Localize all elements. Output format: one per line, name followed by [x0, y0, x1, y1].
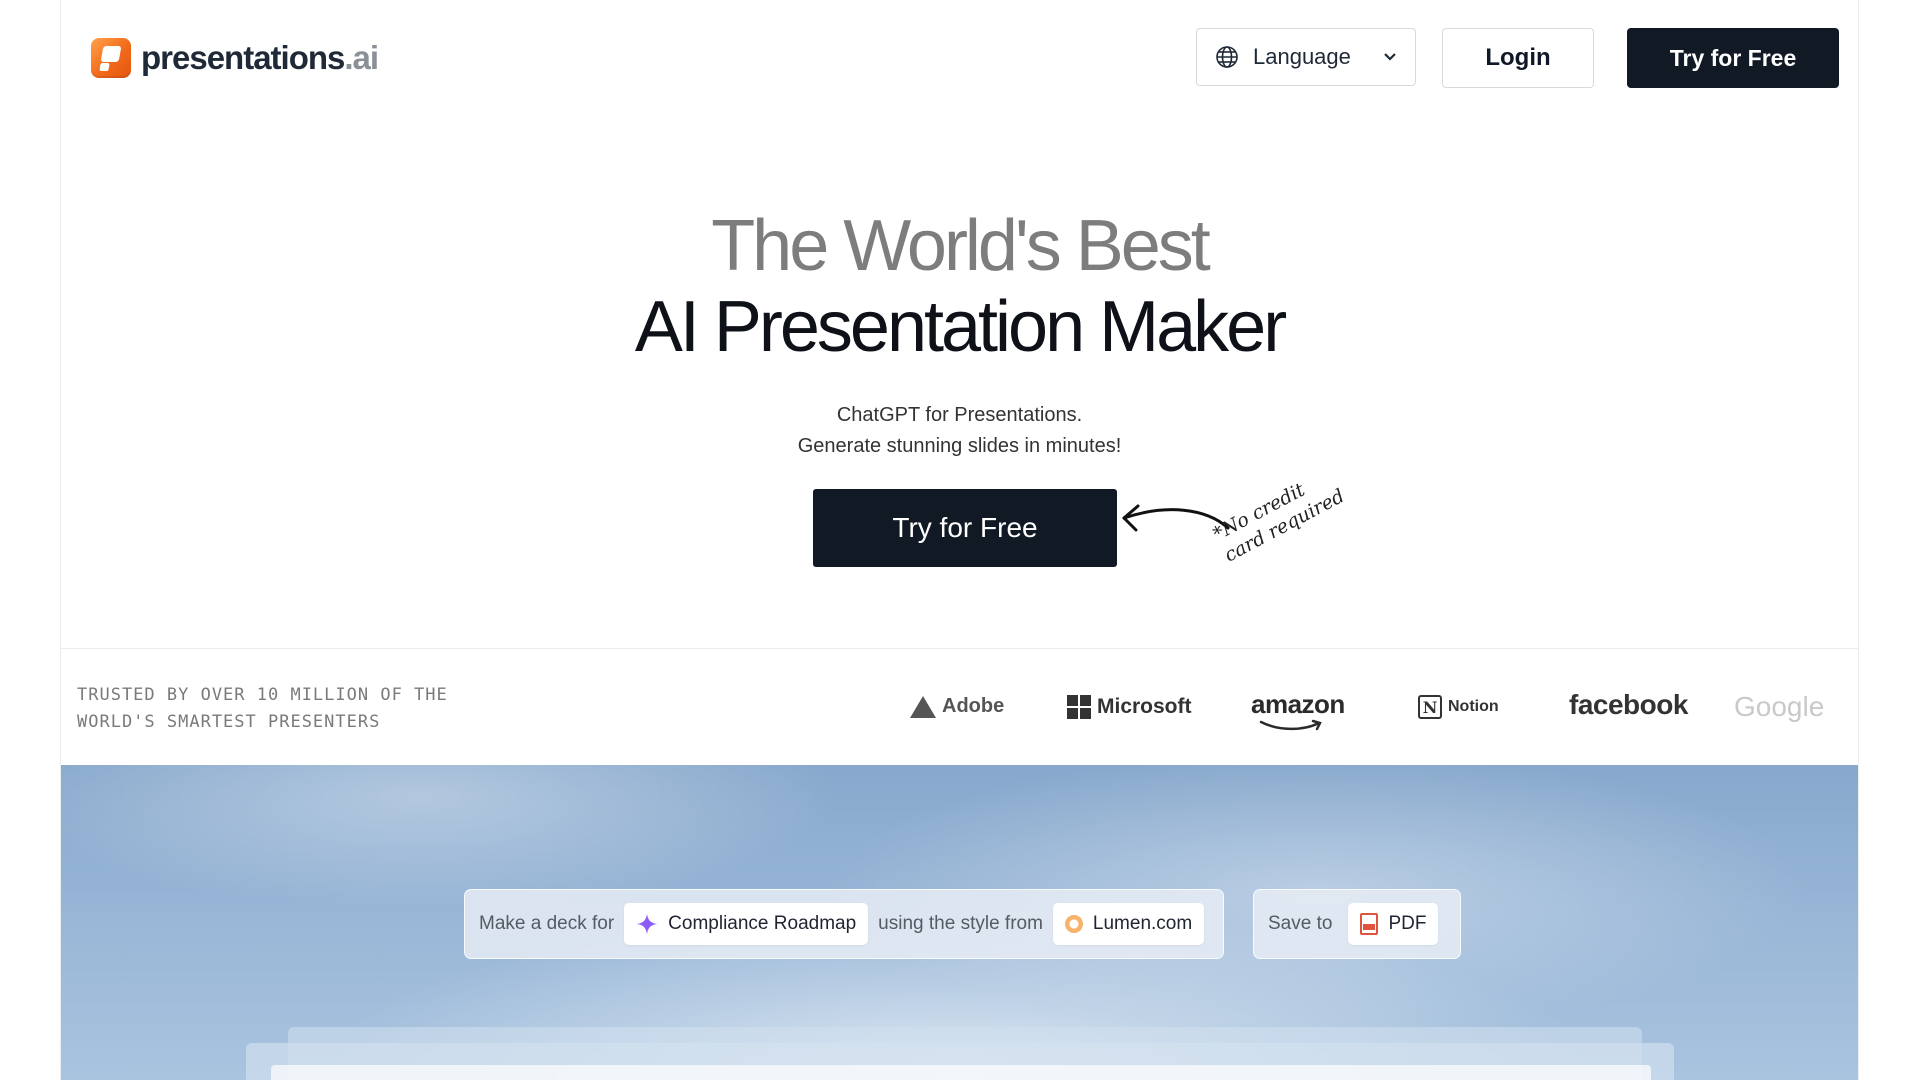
- chevron-down-icon: [1384, 53, 1396, 61]
- lumen-logo-icon: [1064, 915, 1083, 933]
- style-source-label: Lumen.com: [1092, 913, 1193, 934]
- try-for-free-cta-button[interactable]: Try for Free: [813, 489, 1117, 567]
- brand-google: Google: [1734, 691, 1825, 722]
- logo-icon: [91, 38, 131, 78]
- save-prefix: Save to: [1268, 913, 1333, 934]
- trusted-text: TRUSTED BY OVER 10 MILLION OF THE WORLD'…: [77, 685, 448, 732]
- style-source-chip[interactable]: Lumen.com: [1052, 903, 1205, 945]
- hero-title-line1: The World's Best: [711, 206, 1211, 286]
- language-label: Language: [1253, 44, 1351, 69]
- topic-chip[interactable]: Compliance Roadmap: [624, 903, 869, 945]
- hero-subtitle-line2: Generate stunning slides in minutes!: [797, 435, 1122, 457]
- login-button[interactable]: Login: [1442, 28, 1594, 88]
- logo-text: presentations: [141, 39, 345, 76]
- pdf-icon: [1360, 913, 1379, 935]
- hero-subtitle: ChatGPT for Presentations. Generate stun…: [61, 400, 1858, 462]
- hero-title-line2: AI Presentation Maker: [634, 287, 1287, 367]
- brand-facebook: facebook: [1569, 689, 1688, 720]
- hero-subtitle-line1: ChatGPT for Presentations.: [836, 404, 1083, 426]
- logo[interactable]: presentations.ai: [91, 38, 379, 78]
- prompt-bar: Make a deck for Compliance Roadmap using…: [464, 889, 1224, 959]
- brand-adobe: Adobe: [910, 695, 1004, 718]
- save-format-label: PDF: [1388, 913, 1427, 934]
- brand-microsoft: Microsoft: [1067, 695, 1192, 719]
- save-format-chip[interactable]: PDF: [1348, 903, 1439, 945]
- brand-notion: N Notion: [1418, 695, 1499, 719]
- trusted-strip: TRUSTED BY OVER 10 MILLION OF THE WORLD'…: [61, 648, 1858, 766]
- deck-preview-front: [271, 1065, 1651, 1080]
- prompt-prefix: Make a deck for: [479, 913, 615, 934]
- microsoft-logo-icon: [1067, 695, 1091, 719]
- try-for-free-header-button[interactable]: Try for Free: [1627, 28, 1839, 88]
- notion-logo-icon: N: [1418, 695, 1442, 719]
- demo-section: Make a deck for Compliance Roadmap using…: [61, 765, 1858, 1080]
- save-bar: Save to PDF: [1253, 889, 1461, 959]
- language-dropdown[interactable]: Language: [1196, 28, 1416, 86]
- globe-icon: [1216, 46, 1238, 68]
- topic-label: Compliance Roadmap: [668, 913, 857, 934]
- logo-suffix: .ai: [344, 39, 379, 76]
- adobe-logo-icon: [910, 695, 936, 718]
- amazon-smile-icon: [1259, 719, 1322, 731]
- sparkle-icon: [637, 913, 658, 935]
- page-frame: presentations.ai Language Login Try for …: [60, 0, 1859, 1080]
- prompt-middle: using the style from: [878, 913, 1043, 934]
